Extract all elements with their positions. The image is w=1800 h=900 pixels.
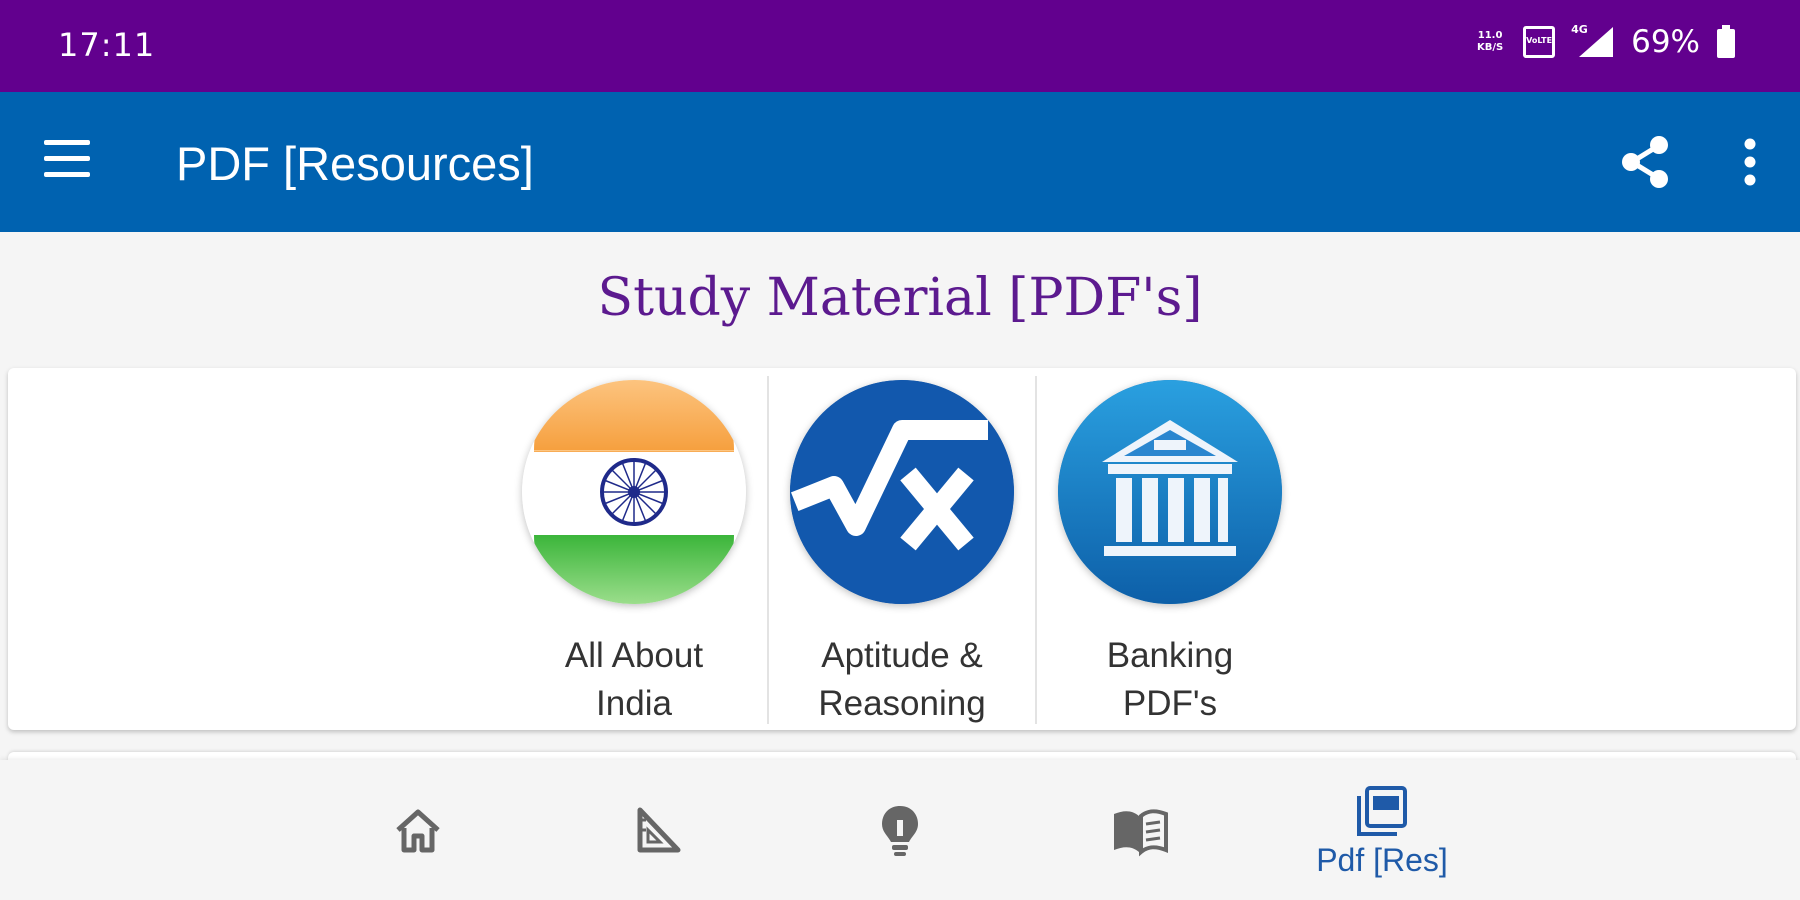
share-icon: [1622, 136, 1668, 188]
nav-pdf-resources[interactable]: Pdf [Res]: [1302, 760, 1462, 900]
nav-read[interactable]: [1060, 760, 1220, 900]
study-material-card: All About India Aptitude & Reasoning Ban…: [8, 368, 1796, 730]
set-square-icon: [637, 807, 681, 853]
battery-icon: [1716, 25, 1736, 59]
square-root-x-icon: [790, 380, 1014, 604]
more-options-button[interactable]: [1730, 132, 1770, 192]
nav-label: Pdf [Res]: [1316, 842, 1448, 878]
net-speed-icon: 11.0 KB/S: [1476, 30, 1504, 53]
status-time: 17:11: [58, 26, 156, 64]
tile-all-about-india[interactable]: All About India: [500, 368, 768, 730]
nav-tips[interactable]: [820, 760, 980, 900]
tile-label: Aptitude & Reasoning: [818, 636, 986, 723]
tile-banking-pdfs[interactable]: Banking PDF's: [1036, 368, 1304, 730]
battery-percent: 69%: [1631, 24, 1700, 60]
nav-quiz[interactable]: [578, 760, 738, 900]
share-button[interactable]: [1616, 132, 1676, 192]
status-bar: 17:11 11.0 KB/S VoLTE 4G 69%: [0, 0, 1800, 92]
home-icon: [396, 809, 440, 853]
nav-home[interactable]: [338, 760, 498, 900]
page-title: PDF [Resources]: [176, 137, 534, 190]
tile-label: All About India: [564, 636, 704, 723]
tile-label: Banking PDF's: [1106, 636, 1234, 723]
india-flag-icon: [522, 380, 746, 604]
menu-icon: [44, 140, 90, 145]
lightbulb-icon: [882, 806, 918, 856]
menu-button[interactable]: [40, 138, 94, 182]
pdf-stack-icon: [1357, 786, 1407, 836]
tile-aptitude-reasoning[interactable]: Aptitude & Reasoning: [768, 368, 1036, 730]
section-title: Study Material [PDF's]: [597, 268, 1203, 328]
signal-icon: 4G: [1571, 23, 1615, 59]
app-bar: PDF [Resources]: [0, 92, 1800, 232]
bottom-nav: Pdf [Res]: [0, 760, 1800, 900]
status-icons: 11.0 KB/S VoLTE 4G 69%: [1473, 23, 1736, 60]
volte-icon: VoLTE: [1523, 26, 1556, 58]
more-vert-icon: [1744, 138, 1756, 186]
book-icon: [1114, 809, 1168, 857]
bank-icon: [1058, 380, 1282, 604]
